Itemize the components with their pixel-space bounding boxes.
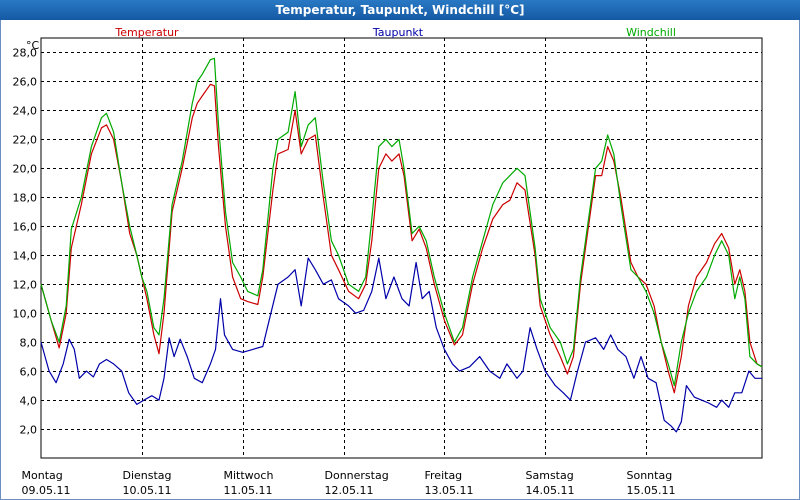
series-line-temperatur [40,83,763,394]
y-tick-label: 6,0 [20,366,38,379]
y-tick-label: 4,0 [20,395,38,408]
x-tick-date: 09.05.11 [22,484,71,497]
x-tick-date: 14.05.11 [526,484,575,497]
x-tick-day: Samstag [526,469,574,482]
plot-frame [40,37,763,459]
x-tick-date: 12.05.11 [325,484,374,497]
y-tick-label: 18,0 [13,192,38,205]
x-tick-date: 15.05.11 [627,484,676,497]
y-tick-label: 26,0 [13,76,38,89]
grid-layer [40,37,763,459]
x-tick-day: Sonntag [627,469,673,482]
axis-layer: 2,0 4,0 6,0 8,0 10,0 12,0 14,0 16,0 18,0 20,0 22,0… [13,39,676,497]
line-chart: 2,0 4,0 6,0 8,0 10,0 12,0 14,0 16,0 18,0 20,0 22,0… [13,26,763,497]
x-tick-day: Montag [22,469,63,482]
x-tick-date: 10.05.11 [123,484,172,497]
legend-windchill: Windchill [626,26,676,39]
y-axis-unit: °C [26,39,40,52]
y-tick-label: 2,0 [20,424,38,437]
x-tick-date: 13.05.11 [425,484,474,497]
x-tick-date: 11.05.11 [224,484,273,497]
legend-temperatur: Temperatur [114,26,179,39]
y-tick-label: 8,0 [20,337,38,350]
y-tick-label: 16,0 [13,221,38,234]
chart-window: Temperatur, Taupunkt, Windchill [°C] 2,0… [0,0,800,500]
x-tick-day: Freitag [425,469,463,482]
x-tick-day: Donnerstag [325,469,389,482]
y-tick-label: 22,0 [13,134,38,147]
series-line-windchill [40,57,763,387]
y-tick-label: 14,0 [13,250,38,263]
y-tick-label: 12,0 [13,279,38,292]
x-tick-day: Mittwoch [224,469,274,482]
y-tick-label: 20,0 [13,163,38,176]
y-tick-label: 24,0 [13,105,38,118]
series-layer [40,57,763,433]
y-tick-label: 10,0 [13,308,38,321]
x-tick-day: Dienstag [123,469,172,482]
legend-taupunkt: Taupunkt [372,26,424,39]
legend-layer: Temperatur Taupunkt Windchill [114,26,676,39]
